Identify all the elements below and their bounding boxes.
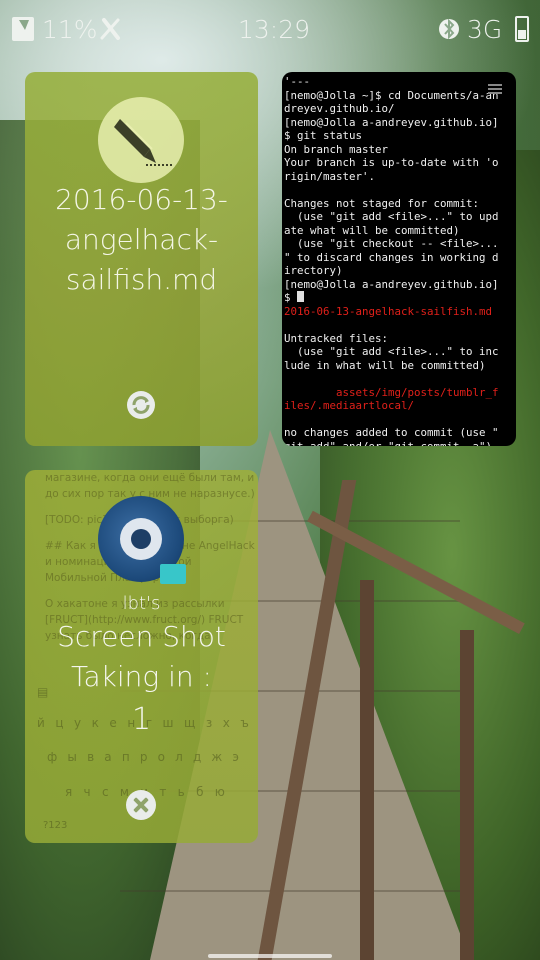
cover-line-1: Screen Shot — [57, 620, 226, 653]
terminal-line: no changes added to commit (use " — [284, 426, 499, 439]
keyboard-key: о — [157, 750, 165, 764]
sync-icon — [127, 391, 155, 419]
keyboard-key: э — [232, 750, 239, 764]
terminal-line: (use "git add <file>..." to upd — [284, 210, 499, 223]
terminal-line: assets/img/posts/tumblr_f — [284, 385, 499, 399]
keyboard-key: ю — [214, 785, 225, 799]
terminal-line: (use "git checkout -- <file>... — [284, 237, 499, 250]
keyboard-row: фывапролджэ — [47, 750, 239, 764]
terminal-line: Untracked files: — [284, 331, 389, 345]
keyboard-key: ы — [67, 750, 77, 764]
menu-icon — [488, 84, 502, 94]
keyboard-key: л — [175, 750, 183, 764]
terminal-line: iles/.mediaartlocal/ — [284, 399, 415, 412]
editor-app-cover[interactable]: 2016-06-13- angelhack- sailfish.md — [25, 72, 258, 446]
terminal-line: $ — [284, 291, 298, 304]
wallpaper-railing-post — [360, 580, 374, 960]
terminal-line: " to discard changes in working d — [284, 250, 499, 264]
charging-icon — [12, 17, 34, 41]
terminal-line: dreyev.github.io/ — [284, 102, 395, 115]
home-indicator — [208, 954, 332, 958]
screenshot-app-icon — [98, 496, 186, 584]
keyboard-symbols-key: ?123 — [43, 820, 68, 831]
keyboard-key: п — [121, 750, 130, 764]
terminal-line: '--- — [284, 75, 311, 88]
keyboard-key: р — [139, 750, 148, 764]
title-line: 2016-06-13- — [55, 183, 228, 216]
terminal-line: irectory) — [284, 264, 343, 277]
app-name: lbt's — [122, 593, 161, 614]
battery-icon — [515, 16, 529, 42]
wallpaper-railing-post — [460, 630, 474, 960]
keyboard-key: с — [101, 785, 109, 799]
terminal-line: [nemo@Jolla a-andreyev.github.io] — [284, 277, 499, 291]
title-line: angelhack- — [64, 223, 219, 256]
terminal-line: Your branch is up-to-date with 'o — [284, 156, 499, 169]
status-bar: 11% 13:29 3G — [0, 0, 540, 62]
keyboard-key: ь — [177, 785, 185, 799]
keyboard-key: д — [192, 750, 202, 764]
bluetooth-icon — [439, 18, 459, 40]
countdown-value: 1 — [131, 702, 152, 737]
close-icon[interactable] — [126, 790, 156, 820]
shutter-icon — [120, 518, 162, 560]
keyboard-key: в — [87, 750, 95, 764]
terminal-line: lude in what will be committed) — [284, 358, 486, 372]
keyboard-key: б — [196, 785, 204, 799]
title-line: sailfish.md — [65, 263, 218, 296]
no-connection-icon — [100, 18, 120, 40]
terminal-line: On branch master — [284, 142, 389, 156]
terminal-line: rigin/master'. — [284, 169, 376, 183]
terminal-app-cover[interactable]: '--- [nemo@Jolla ~]$ cd Documents/a-an d… — [282, 72, 516, 446]
cover-line-2: Taking in : — [71, 660, 212, 693]
terminal-line: (use "git add <file>..." to inc — [284, 345, 499, 358]
terminal-line: 2016-06-13-angelhack-sailfish.md — [284, 304, 493, 318]
keyboard-key: я — [65, 785, 73, 799]
terminal-line: $ git status — [284, 129, 363, 142]
terminal-line: [nemo@Jolla a-andreyev.github.io] — [284, 115, 499, 129]
keyboard-key: ч — [83, 785, 91, 799]
pen-icon — [98, 97, 184, 183]
terminal-line: Changes not staged for commit: — [284, 196, 480, 210]
terminal-line: git add" and/or "git commit -a") — [284, 439, 493, 447]
screenshot-app-cover[interactable]: магазине, когда они ещё были там, и до с… — [25, 470, 258, 843]
keyboard-key: т — [159, 785, 167, 799]
keyboard-key: ж — [211, 750, 223, 764]
network-type: 3G — [467, 15, 503, 44]
terminal-line: ate what will be committed) — [284, 223, 460, 237]
terminal-cursor — [297, 291, 305, 302]
terminal-output: '--- [nemo@Jolla ~]$ cd Documents/a-an d… — [284, 75, 516, 446]
wallpaper-plank — [120, 890, 460, 892]
keyboard-key: ф — [47, 750, 58, 764]
terminal-line: [nemo@Jolla ~]$ cd Documents/a-an — [284, 88, 499, 102]
keyboard-key: а — [104, 750, 112, 764]
clock: 13:29 — [238, 15, 311, 44]
editor-document-title: 2016-06-13- angelhack- sailfish.md — [25, 180, 258, 300]
battery-percentage: 11% — [42, 15, 98, 44]
